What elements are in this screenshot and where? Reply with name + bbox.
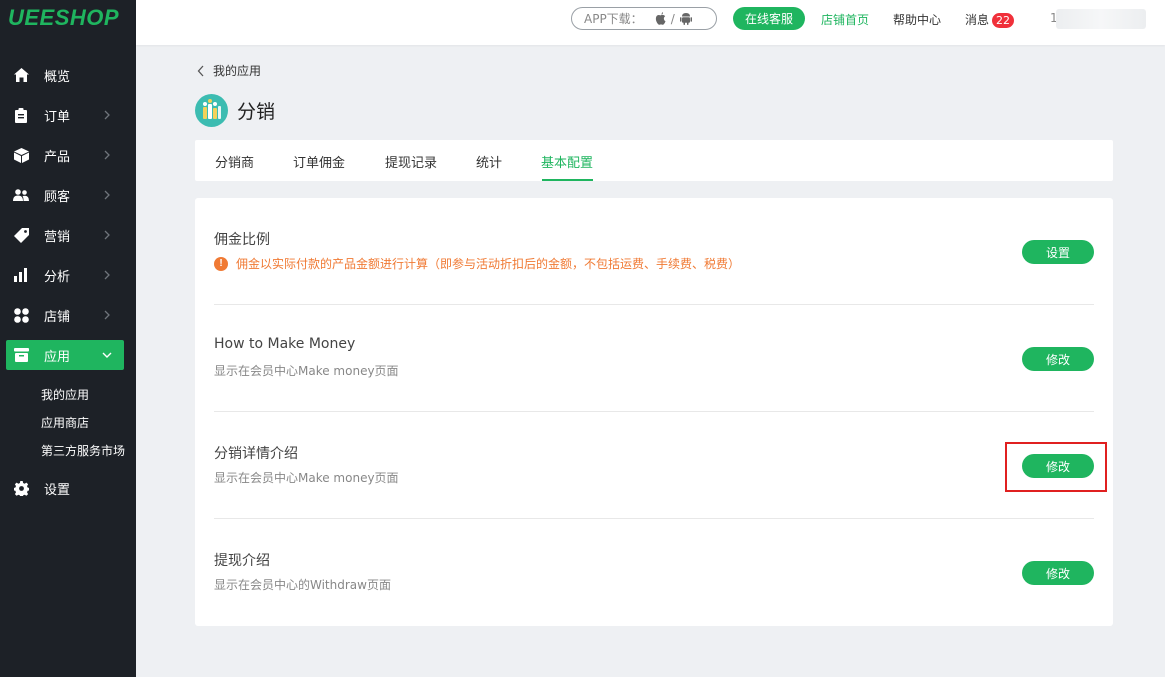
edit-withdraw-button[interactable]: 修改 [1022,561,1094,585]
set-commission-button[interactable]: 设置 [1022,240,1094,264]
online-service-button[interactable]: 在线客服 [733,7,805,30]
tab-withdrawal-records[interactable]: 提现记录 [385,152,437,171]
tag-icon [13,227,29,243]
tab-basic-config[interactable]: 基本配置 [541,152,593,171]
sidebar-item-label: 订单 [44,109,71,125]
clipboard-icon [13,107,29,123]
sidebar-subitem-third-party-market[interactable]: 第三方服务市场 [41,442,125,459]
apple-icon[interactable] [655,12,666,25]
sidebar-subitem-app-store[interactable]: 应用商店 [41,414,89,431]
sidebar-item-label: 营销 [44,229,71,245]
chevron-right-icon [104,230,110,240]
sidebar-item-label: 分析 [44,269,71,285]
settings-row-title: 佣金比例 [214,232,270,248]
sidebar-item-settings[interactable]: 设置 [6,473,124,503]
settings-row-commission: 佣金比例 ! 佣金以实际付款的产品金额进行计算（即参与活动折扣后的金额，不包括运… [214,198,1094,305]
app-download-label: APP下载： [584,12,643,26]
app-download-separator: / [670,11,675,26]
highlight-box [1005,442,1107,492]
home-icon [13,67,29,83]
breadcrumb[interactable]: 我的应用 [197,62,261,79]
tab-order-commission[interactable]: 订单佣金 [293,152,345,171]
brand-logo[interactable]: UEESHOP [8,5,119,31]
sidebar-item-customers[interactable]: 顾客 [6,180,124,210]
grid-icon [13,307,29,323]
sidebar-item-products[interactable]: 产品 [6,140,124,170]
tab-statistics[interactable]: 统计 [476,152,502,171]
sidebar-item-label: 概览 [44,69,71,85]
settings-row-desc: 显示在会员中心Make money页面 [214,471,399,485]
store-home-link[interactable]: 店铺首页 [821,11,869,28]
users-icon [13,187,29,203]
sidebar-item-orders[interactable]: 订单 [6,100,124,130]
settings-row-desc: 显示在会员中心Make money页面 [214,364,399,378]
sidebar-item-marketing[interactable]: 营销 [6,220,124,250]
settings-row-desc: 显示在会员中心的Withdraw页面 [214,578,391,592]
box-icon [13,147,29,163]
chevron-down-icon [102,352,112,358]
sidebar-item-label: 产品 [44,149,71,165]
settings-row-title: How to Make Money [214,336,356,352]
top-bar: APP下载： / 在线客服 店铺首页 帮助中心 消息 22 1 [136,0,1165,45]
settings-row-make-money: How to Make Money 显示在会员中心Make money页面 修改 [214,305,1094,412]
user-name-blurred[interactable] [1056,9,1146,29]
active-tab-indicator [542,179,593,181]
chevron-right-icon [104,270,110,280]
breadcrumb-back-label: 我的应用 [213,64,262,78]
android-icon[interactable] [679,12,692,25]
messages-link[interactable]: 消息 22 [965,11,1015,28]
chevron-right-icon [104,110,110,120]
bar-chart-icon [13,267,29,283]
sidebar-item-store[interactable]: 店铺 [6,300,124,330]
tab-distributors[interactable]: 分销商 [215,152,254,171]
edit-make-money-button[interactable]: 修改 [1022,347,1094,371]
settings-row-desc: 佣金以实际付款的产品金额进行计算（即参与活动折扣后的金额，不包括运费、手续费、税… [236,257,741,271]
distribution-app-icon [195,94,228,127]
sidebar-item-overview[interactable]: 概览 [6,60,124,90]
chevron-right-icon [104,310,110,320]
sidebar-item-label: 设置 [44,482,71,498]
settings-row-title: 分销详情介绍 [214,446,298,462]
sidebar-item-label: 应用 [44,349,71,365]
app-store-icon [13,347,29,363]
chevron-left-icon [197,65,204,76]
help-center-link[interactable]: 帮助中心 [893,11,941,28]
chevron-right-icon [104,190,110,200]
sidebar-subitem-my-apps[interactable]: 我的应用 [41,386,89,403]
sidebar-item-analytics[interactable]: 分析 [6,260,124,290]
sidebar-item-label: 顾客 [44,189,71,205]
chevron-right-icon [104,150,110,160]
tab-bar: 分销商 订单佣金 提现记录 统计 基本配置 [195,140,1113,181]
warning-icon: ! [214,256,228,271]
page-title: 分销 [195,94,275,127]
app-title-text: 分销 [237,101,276,123]
sidebar-item-apps[interactable]: 应用 [6,340,124,370]
messages-label: 消息 [965,13,990,27]
gear-icon [13,480,29,496]
sidebar-item-label: 店铺 [44,309,71,325]
settings-row-title: 提现介绍 [214,553,270,569]
settings-row-withdraw: 提现介绍 显示在会员中心的Withdraw页面 修改 [214,519,1094,626]
app-download: APP下载： / [571,7,717,30]
sidebar: UEESHOP 概览 订单 产品 顾客 营销 分析 店铺 应用 我的应用 应用商… [0,0,136,677]
message-count-badge: 22 [992,13,1015,28]
settings-panel: 佣金比例 ! 佣金以实际付款的产品金额进行计算（即参与活动折扣后的金额，不包括运… [195,198,1113,626]
settings-row-distribution-detail: 分销详情介绍 显示在会员中心Make money页面 修改 [214,412,1094,519]
settings-row-warning: ! 佣金以实际付款的产品金额进行计算（即参与活动折扣后的金额，不包括运费、手续费… [214,255,740,272]
